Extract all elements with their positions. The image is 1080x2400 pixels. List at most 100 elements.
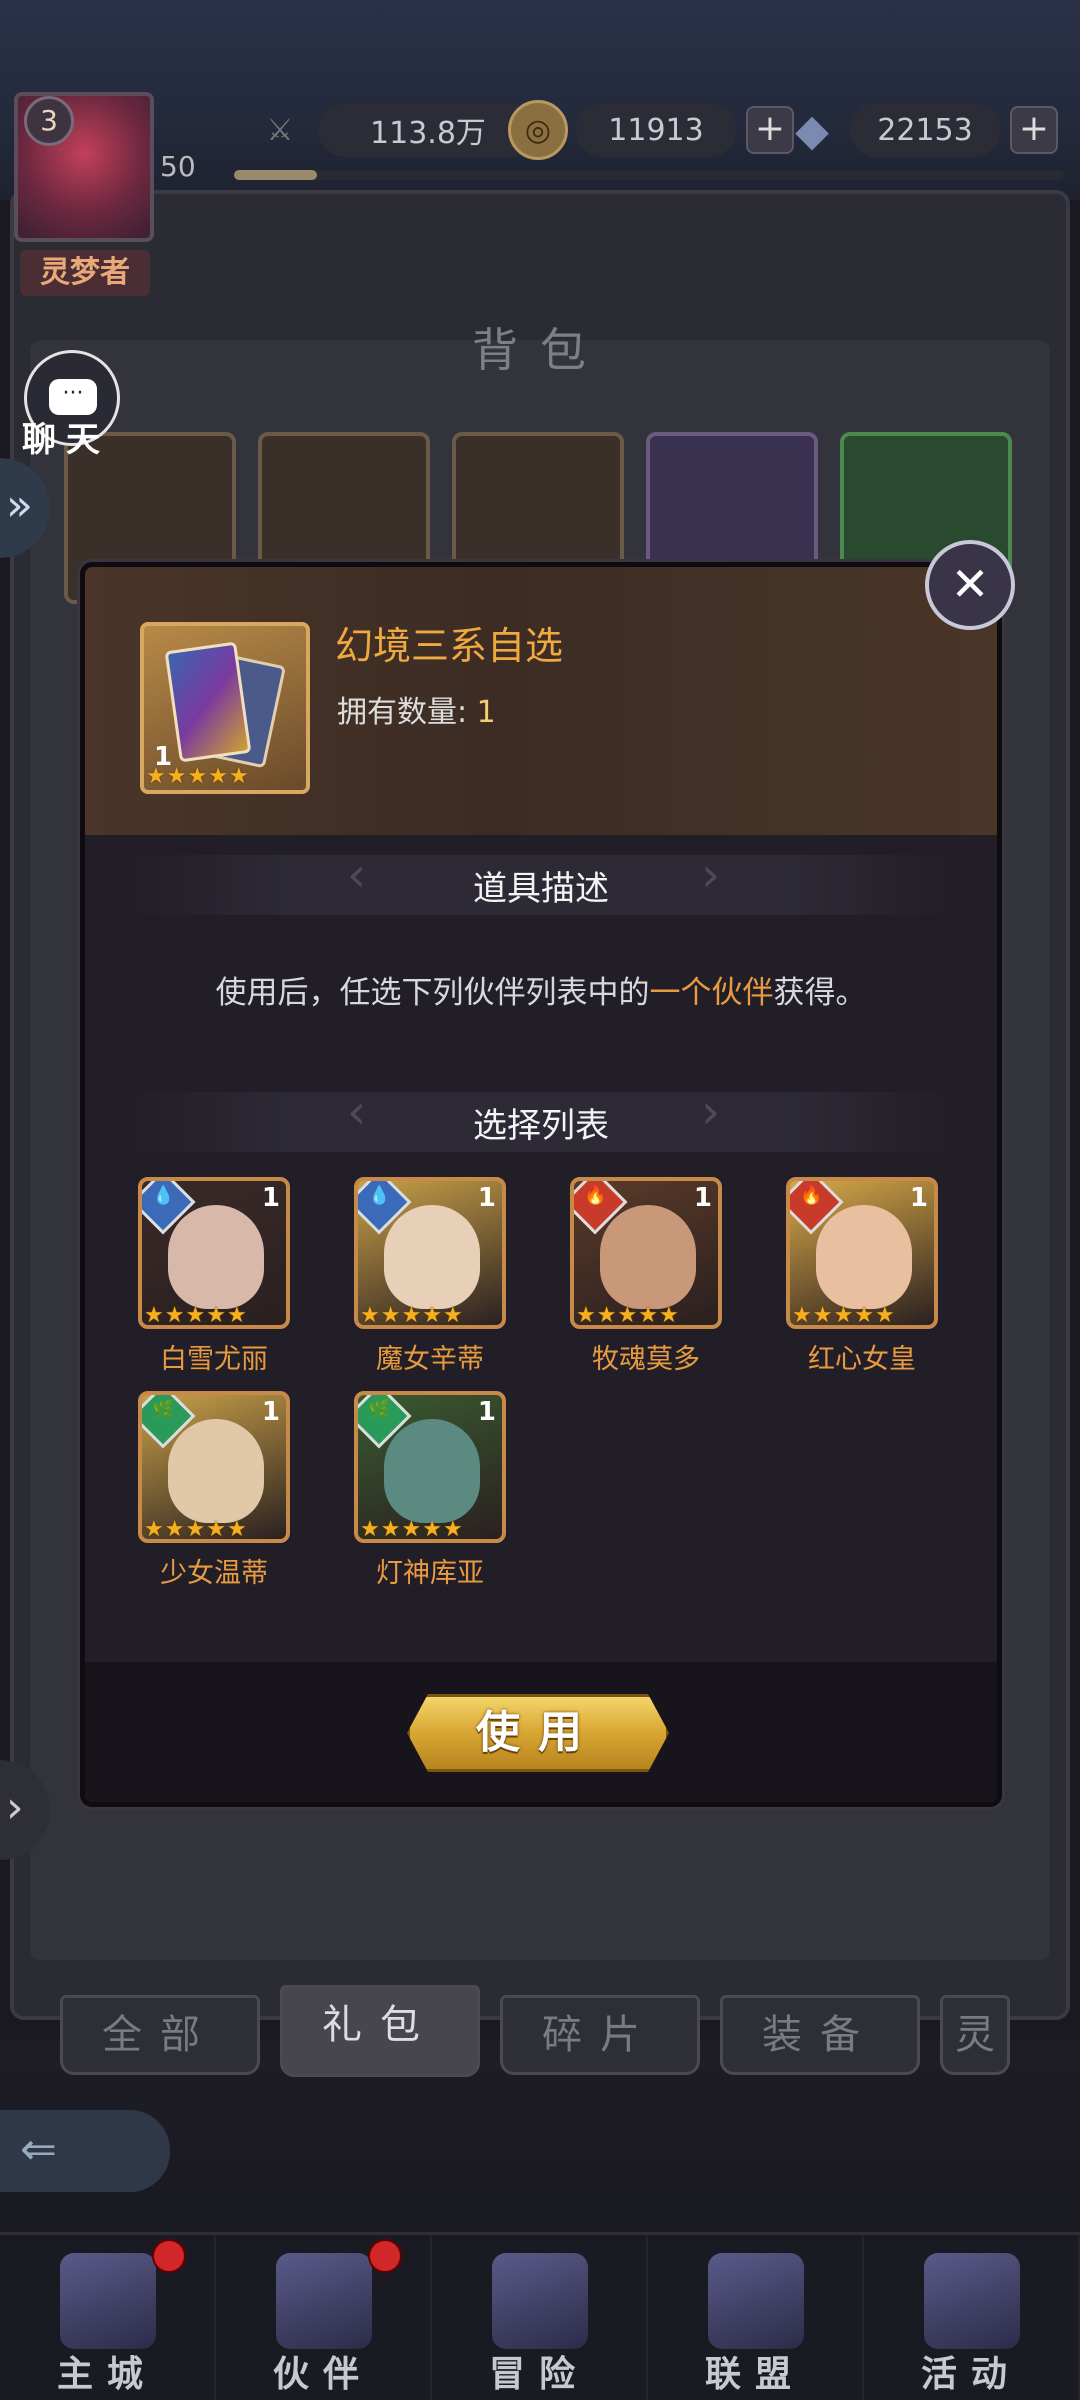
star-icon: ★ xyxy=(144,1517,164,1542)
star-icon: ★ xyxy=(360,1303,380,1328)
witch-hat-icon xyxy=(276,2253,372,2349)
nav-label: 活动 xyxy=(920,2354,1021,2395)
notification-dot xyxy=(368,2239,402,2273)
star-icon: ★ xyxy=(226,1303,247,1328)
nav-label: 冒险 xyxy=(488,2354,589,2395)
coin-icon: ◎ xyxy=(508,100,568,160)
add-diamond-button[interactable]: + xyxy=(1010,106,1058,154)
item-description: 使用后，任选下列伙伴列表中的一个伙伴获得。 xyxy=(85,967,997,1012)
tab-2[interactable]: 碎片 xyxy=(500,1995,700,2075)
hero-stars: ★ ★ ★ ★ ★ xyxy=(576,1303,679,1328)
chat-bubble-icon: ··· xyxy=(49,379,97,415)
notification-dot xyxy=(152,2239,186,2273)
item-stars: ★ ★ ★ ★ ★ xyxy=(146,766,249,788)
star-icon: ★ xyxy=(833,1303,854,1328)
hero-count: 1 xyxy=(261,1183,280,1213)
power-resource: ⚔ 113.8万 xyxy=(250,100,538,160)
hero-count: 1 xyxy=(477,1183,496,1213)
star-icon: ★ xyxy=(146,764,166,789)
hero-count: 1 xyxy=(477,1397,496,1427)
star-icon: ★ xyxy=(360,1517,380,1542)
star-icon: ★ xyxy=(792,1303,812,1328)
hero-face xyxy=(384,1205,480,1309)
diamond-resource: ◆ 22153 + xyxy=(782,100,1058,160)
nav-item[interactable]: 主城 xyxy=(0,2235,216,2400)
hero-portrait[interactable]: 🌿 1 ★ ★ ★ ★ ★ xyxy=(354,1391,506,1543)
star-icon: ★ xyxy=(401,1517,422,1542)
diamond-icon: ◆ xyxy=(795,104,829,156)
hero-face xyxy=(600,1205,696,1309)
hero-name: 少女温蒂 xyxy=(160,1558,268,1589)
tab-1[interactable]: 礼包 xyxy=(280,1985,480,2077)
hero-portrait[interactable]: 💧 1 ★ ★ ★ ★ ★ xyxy=(354,1177,506,1329)
desc-section-title: 道具描述 xyxy=(473,869,609,909)
star-icon: ★ xyxy=(166,764,187,789)
star-icon: ★ xyxy=(422,1303,442,1328)
owned-value: 1 xyxy=(476,695,496,730)
water-glyph-icon: 💧 xyxy=(368,1185,391,1206)
star-icon: ★ xyxy=(164,1303,185,1328)
hero-face xyxy=(384,1419,480,1523)
page-title: 背包 xyxy=(472,323,608,377)
star-icon: ★ xyxy=(185,1303,206,1328)
nav-item[interactable]: 伙伴 xyxy=(216,2235,432,2400)
hero-name: 魔女辛蒂 xyxy=(376,1344,484,1375)
power-value: 113.8万 xyxy=(318,103,538,157)
use-button[interactable]: 使用 xyxy=(407,1694,669,1772)
hero-face xyxy=(816,1205,912,1309)
item-name: 幻境三系自选 xyxy=(335,624,564,668)
wind-glyph-icon: 🌿 xyxy=(152,1399,175,1420)
star-icon: ★ xyxy=(380,1303,401,1328)
diamond-value: 22153 xyxy=(850,103,1000,157)
tab-0[interactable]: 全部 xyxy=(60,1995,260,2075)
player-exp-level: 50 xyxy=(160,150,196,183)
tab-4[interactable]: 灵 xyxy=(940,1995,1010,2075)
star-icon: ★ xyxy=(617,1303,638,1328)
hero-count: 1 xyxy=(261,1397,280,1427)
sword-icon: ⚔ xyxy=(266,112,294,148)
hero-portrait[interactable]: 🌿 1 ★ ★ ★ ★ ★ xyxy=(138,1391,290,1543)
star-icon: ★ xyxy=(164,1517,185,1542)
bottom-nav: 主城 伙伴 冒险 联盟 活动 xyxy=(0,2232,1080,2400)
desc-prefix: 使用后，任选下列伙伴列表中的 xyxy=(215,975,650,1011)
player-level-badge: 3 xyxy=(24,96,74,146)
list-section-title: 选择列表 xyxy=(473,1106,609,1146)
gold-resource: ◎ 11913 + xyxy=(508,100,794,160)
star-icon: ★ xyxy=(442,1303,463,1328)
close-icon[interactable]: ✕ xyxy=(925,540,1015,630)
star-icon: ★ xyxy=(206,1303,226,1328)
nav-label: 联盟 xyxy=(704,2354,805,2395)
star-icon: ★ xyxy=(874,1303,895,1328)
hero-count: 1 xyxy=(693,1183,712,1213)
nav-item[interactable]: 联盟 xyxy=(648,2235,864,2400)
fire-glyph-icon: 🔥 xyxy=(584,1185,607,1206)
hero-stars: ★ ★ ★ ★ ★ xyxy=(792,1303,895,1328)
hero-portrait[interactable]: 🔥 1 ★ ★ ★ ★ ★ xyxy=(570,1177,722,1329)
shield-icon xyxy=(708,2253,804,2349)
wind-glyph-icon: 🌿 xyxy=(368,1399,391,1420)
hero-name: 白雪尤丽 xyxy=(160,1344,268,1375)
star-icon: ★ xyxy=(658,1303,679,1328)
player-name: 灵梦者 xyxy=(20,250,150,296)
nav-item[interactable]: 冒险 xyxy=(432,2235,648,2400)
hero-count: 1 xyxy=(909,1183,928,1213)
tab-3[interactable]: 装备 xyxy=(720,1995,920,2075)
desc-highlight: 一个伙伴 xyxy=(649,975,774,1011)
owned-label: 拥有数量: xyxy=(337,695,468,730)
star-icon: ★ xyxy=(401,1303,422,1328)
hero-portrait[interactable]: 💧 1 ★ ★ ★ ★ ★ xyxy=(138,1177,290,1329)
gold-value: 11913 xyxy=(576,103,736,157)
cards-icon xyxy=(924,2253,1020,2349)
star-icon: ★ xyxy=(812,1303,833,1328)
nav-item[interactable]: 活动 xyxy=(864,2235,1080,2400)
castle-icon xyxy=(60,2253,156,2349)
hero-face xyxy=(168,1205,264,1309)
exp-bar xyxy=(234,170,1064,180)
hero-portrait[interactable]: 🔥 1 ★ ★ ★ ★ ★ xyxy=(786,1177,938,1329)
hero-name: 灯神库亚 xyxy=(376,1558,484,1589)
back-arrow-icon[interactable]: ⇐ xyxy=(0,2110,170,2192)
desc-suffix: 获得。 xyxy=(773,975,867,1011)
chat-label[interactable]: 聊天 xyxy=(22,412,110,461)
hero-stars: ★ ★ ★ ★ ★ xyxy=(360,1517,463,1542)
water-glyph-icon: 💧 xyxy=(152,1185,175,1206)
